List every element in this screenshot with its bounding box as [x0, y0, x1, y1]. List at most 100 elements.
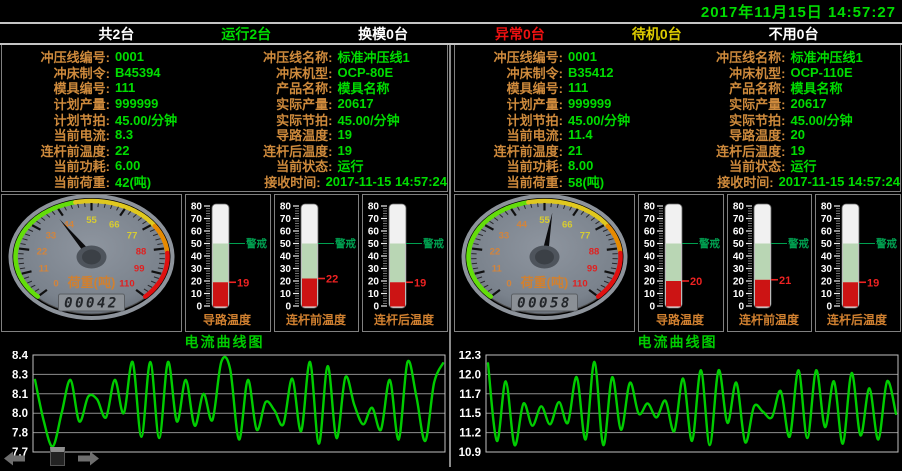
chart-ytick-label: 8.1 — [12, 389, 29, 401]
therm-scale-label: 10 — [280, 289, 292, 300]
info-value: 0001 — [563, 49, 597, 64]
therm-scale-label: 60 — [821, 227, 833, 238]
therm-scale-label: 20 — [733, 277, 745, 288]
therm-scale-label: 80 — [280, 202, 292, 213]
nav-forward-icon[interactable] — [77, 451, 99, 466]
info-row: 当前荷重:58(吨) — [455, 174, 678, 190]
thermometer-rod-front-temp: 01020304050607080警戒22连杆前温度 — [274, 194, 360, 332]
therm-scale-label: 40 — [644, 252, 656, 263]
info-column: 冲压线编号:0001冲床制令:B35412模具编号:111计划产量:999999… — [455, 49, 678, 191]
status-item: 共2台 — [99, 24, 135, 44]
gauge-odometer: 00042 — [64, 296, 119, 312]
info-column: 冲压线名称:标准冲压线1冲床机型:OCP-110E产品名称:模具名称实际产量:2… — [678, 49, 901, 191]
therm-scale-label: 10 — [821, 289, 833, 300]
load-gauge-1: 0112233445566778899110荷重(吨)00042 — [1, 194, 182, 332]
therm-scale-label: 10 — [368, 289, 380, 300]
info-value: 运行 — [786, 156, 817, 175]
gauge-tick — [85, 203, 86, 207]
therm-scale-label: 30 — [191, 264, 203, 275]
chart-ytick-label: 8.0 — [12, 408, 28, 420]
gauge-tick-label: 44 — [63, 219, 74, 230]
load-gauge-svg: 0112233445566778899110荷重(吨)00058 — [455, 195, 634, 332]
therm-scale-label: 0 — [374, 302, 380, 313]
therm-scale-label: 60 — [280, 227, 292, 238]
gauge-unit-label: 荷重(吨) — [520, 275, 569, 290]
therm-fill-value — [843, 282, 858, 306]
info-column: 冲压线名称:标准冲压线1冲床机型:OCP-80E产品名称:模具名称实际产量:20… — [225, 49, 448, 191]
therm-scale-label: 60 — [191, 227, 203, 238]
therm-scale-label: 40 — [368, 252, 380, 263]
machine-panel-2: 冲压线编号:0001冲床制令:B35412模具编号:111计划产量:999999… — [453, 45, 902, 467]
therm-warn-label: 警戒 — [787, 237, 809, 250]
nav-back-icon[interactable] — [4, 451, 26, 466]
therm-warn-label: 警戒 — [334, 237, 356, 250]
meters-row-2: 0112233445566778899110荷重(吨)00058 0102030… — [453, 192, 902, 333]
info-value: 标准冲压线1 — [786, 47, 863, 66]
meters-row-1: 0112233445566778899110荷重(吨)00042 0102030… — [0, 192, 449, 333]
info-value: 8.3 — [110, 127, 133, 142]
gauge-tick — [538, 203, 539, 207]
therm-label: 连杆前温度 — [739, 312, 800, 327]
thermometer-svg: 01020304050607080警戒19导路温度 — [186, 195, 269, 331]
gauge-hub-center — [535, 250, 554, 265]
info-value: 111 — [110, 80, 135, 95]
current-curve-svg: 12.312.011.711.511.210.9 — [453, 351, 902, 463]
status-item: 待机0台 — [632, 24, 682, 44]
info-value: 11.4 — [563, 127, 593, 142]
therm-fill-normal — [213, 244, 228, 283]
therm-scale-label: 20 — [644, 277, 656, 288]
thermometer-svg: 01020304050607080警戒21连杆前温度 — [728, 195, 811, 331]
therm-scale-label: 20 — [191, 277, 203, 288]
gauge-tick-label: 55 — [86, 215, 97, 226]
info-row: 接收时间:2017-11-15 14:57:24 — [225, 174, 448, 190]
therm-scale-label: 20 — [280, 277, 292, 288]
gauge-tick — [19, 249, 29, 250]
therm-scale-label: 50 — [733, 239, 745, 250]
therm-label: 连杆后温度 — [374, 312, 435, 327]
gauge-unit-label: 荷重(吨) — [67, 275, 116, 290]
therm-scale-label: 20 — [821, 277, 833, 288]
therm-scale-label: 30 — [280, 264, 292, 275]
info-label: 当前荷重: — [2, 172, 110, 191]
gauge-tick — [472, 249, 482, 250]
therm-scale-label: 0 — [827, 302, 833, 313]
info-value: 111 — [563, 80, 588, 95]
main-area: 冲压线编号:0001冲床制令:B45394模具编号:111计划产量:999999… — [0, 45, 902, 467]
datetime-display: 2017年11月15日 14:57:27 — [701, 1, 896, 22]
gauge-tick-label: 99 — [587, 264, 598, 275]
thermometer-guide-temp: 01020304050607080警戒19导路温度 — [185, 194, 271, 332]
therm-label: 导路温度 — [203, 312, 252, 327]
chart-ytick-label: 11.7 — [459, 389, 481, 401]
therm-scale-label: 50 — [191, 239, 203, 250]
gauge-tick-label: 99 — [134, 264, 145, 275]
therm-scale-label: 80 — [191, 202, 203, 213]
therm-scale-label: 20 — [368, 277, 380, 288]
nav-page-icon[interactable] — [50, 447, 65, 466]
info-value: 19 — [333, 127, 352, 142]
therm-scale-label: 10 — [191, 289, 203, 300]
therm-scale-label: 50 — [821, 239, 833, 250]
gauge-tick-label: 0 — [506, 278, 511, 289]
info-value: 45.00/分钟 — [333, 110, 400, 129]
chart-ytick-label: 12.3 — [459, 351, 481, 362]
status-item: 换模0台 — [358, 24, 408, 44]
thermometer-rod-rear-temp: 01020304050607080警戒19连杆后温度 — [362, 194, 448, 332]
therm-scale-label: 0 — [285, 302, 291, 313]
chart-ytick-label: 11.2 — [459, 428, 481, 440]
chart-ytick-label: 11.5 — [459, 408, 481, 420]
therm-fill-value — [213, 282, 228, 306]
therm-scale-label: 50 — [280, 239, 292, 250]
therm-fill-value — [755, 280, 770, 307]
therm-scale-label: 40 — [821, 252, 833, 263]
therm-scale-label: 60 — [368, 227, 380, 238]
therm-fill-normal — [666, 244, 681, 282]
info-value: 42(吨) — [110, 172, 151, 191]
info-value: 20 — [786, 127, 805, 142]
gauge-tick — [98, 203, 99, 207]
therm-warn-label: 警戒 — [422, 237, 444, 250]
info-value: 0001 — [110, 49, 144, 64]
info-value: B35412 — [563, 65, 614, 80]
thermometer-rod-rear-temp: 01020304050607080警戒19连杆后温度 — [815, 194, 901, 332]
therm-scale-label: 30 — [644, 264, 656, 275]
info-value: 模具名称 — [333, 78, 390, 97]
